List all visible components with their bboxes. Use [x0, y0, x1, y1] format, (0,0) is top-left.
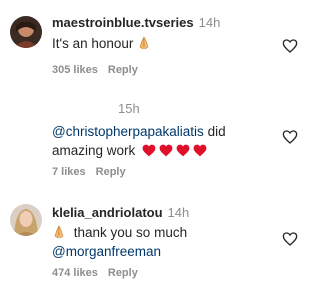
mention-link[interactable]: @christopherpapakaliatis [52, 124, 204, 139]
reply-button[interactable]: Reply [96, 166, 126, 178]
comment-1: maestroinblue.tvseries 14h It's an honour… [0, 0, 310, 90]
comment-text-line2: amazing work [52, 143, 136, 158]
red-hearts-emoji-icon [142, 143, 210, 158]
comment-text: thank you so much [73, 225, 188, 240]
likes-count[interactable]: 474 likes [52, 267, 98, 279]
mention-link[interactable]: @morganfreeman [52, 244, 161, 259]
timestamp[interactable]: 15h [118, 101, 140, 116]
comment-text: did [207, 124, 226, 139]
like-heart-icon[interactable] [282, 129, 298, 145]
folded-hands-emoji-icon [137, 36, 151, 50]
username[interactable]: maestroinblue.tvseries [52, 15, 194, 30]
comment-2: 15h @christopherpapakaliatis did amazing… [0, 92, 310, 192]
avatar[interactable] [10, 16, 42, 48]
likes-count[interactable]: 305 likes [52, 64, 98, 76]
folded-hands-emoji-icon [52, 225, 66, 239]
like-heart-icon[interactable] [282, 38, 298, 54]
likes-count[interactable]: 7 likes [52, 166, 86, 178]
like-heart-icon[interactable] [282, 231, 298, 247]
reply-button[interactable]: Reply [108, 64, 138, 76]
username[interactable]: klelia_andriolatou [52, 205, 163, 220]
comment-text: It's an honour [52, 36, 134, 51]
timestamp[interactable]: 14h [168, 205, 190, 220]
reply-button[interactable]: Reply [108, 267, 138, 279]
timestamp[interactable]: 14h [199, 15, 221, 30]
comment-3: klelia_andriolatou 14h thank you so much … [0, 196, 310, 303]
avatar-image [10, 16, 42, 48]
avatar-image [10, 204, 42, 236]
avatar[interactable] [10, 204, 42, 236]
